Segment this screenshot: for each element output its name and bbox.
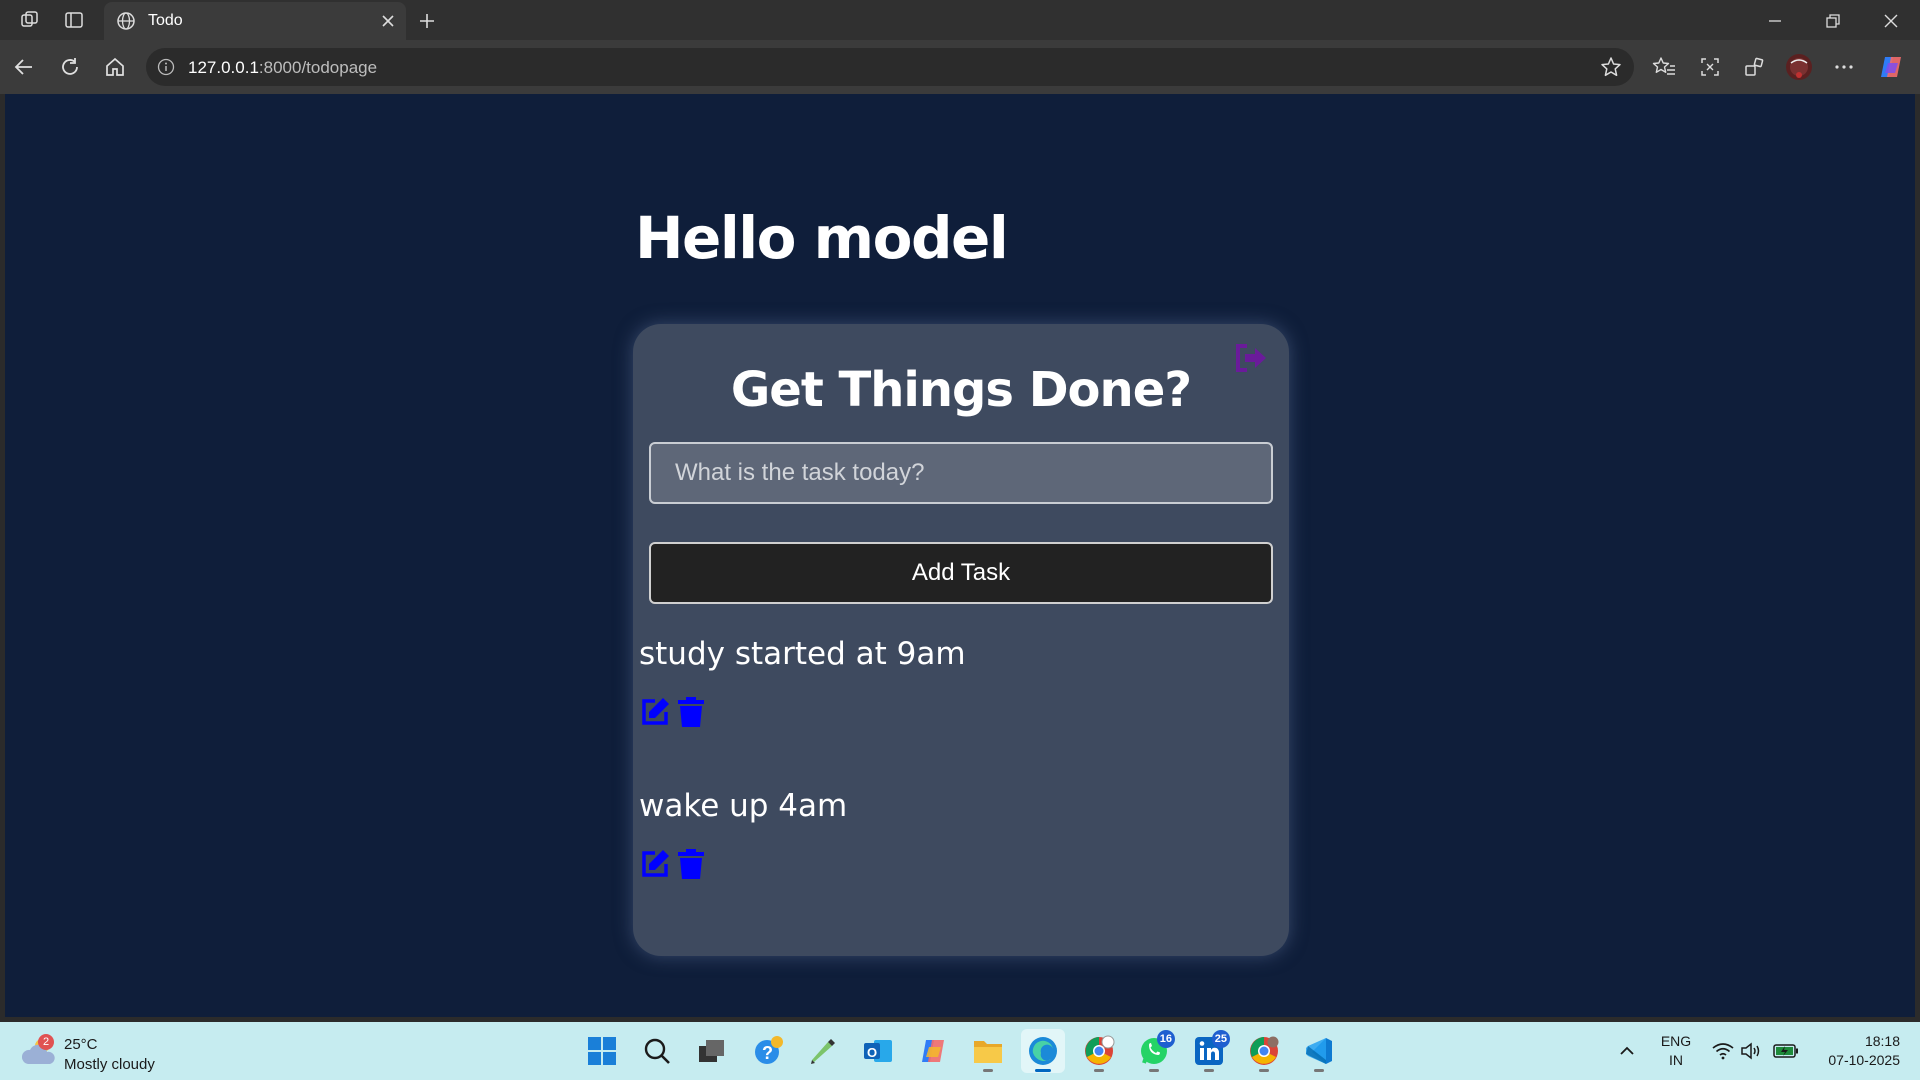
language-code: ENG	[1660, 1033, 1692, 1049]
url-path: :8000/todopage	[258, 58, 378, 77]
back-button[interactable]	[10, 53, 38, 81]
start-button[interactable]	[580, 1029, 624, 1073]
task-view-icon[interactable]	[690, 1029, 734, 1073]
copilot-icon[interactable]	[1877, 53, 1905, 81]
globe-icon	[114, 9, 138, 33]
task-input[interactable]	[649, 442, 1273, 504]
whatsapp-unread-badge: 16	[1156, 1030, 1175, 1048]
browser-title-bar: Todo	[0, 0, 1920, 40]
weather-widget[interactable]: 2 25°C Mostly cloudy	[21, 1030, 182, 1074]
battery-charging-icon[interactable]	[1770, 1022, 1802, 1080]
running-indicator	[1314, 1069, 1324, 1072]
vertical-tabs-icon[interactable]	[62, 8, 86, 32]
clock-date: 07-10-2025	[1828, 1052, 1900, 1068]
svg-text:?: ?	[762, 1043, 773, 1063]
close-window-button[interactable]	[1868, 6, 1914, 36]
weather-alert-badge: 2	[38, 1034, 54, 1050]
running-indicator	[1149, 1069, 1159, 1072]
whatsapp-icon[interactable]: 16	[1132, 1029, 1176, 1073]
input-language-indicator[interactable]: ENG IN	[1656, 1032, 1696, 1070]
vscode-icon[interactable]	[1297, 1029, 1341, 1073]
address-bar[interactable]: 127.0.0.1:8000/todopage	[146, 48, 1634, 86]
running-indicator	[983, 1069, 993, 1072]
pen-app-icon[interactable]	[801, 1029, 845, 1073]
linkedin-icon[interactable]: 25	[1187, 1029, 1231, 1073]
edit-icon[interactable]	[639, 696, 671, 728]
task-item: wake up 4am	[639, 788, 848, 879]
new-tab-button[interactable]	[414, 8, 440, 34]
task-actions	[639, 696, 707, 728]
system-clock[interactable]: 18:18 07-10-2025	[1810, 1032, 1900, 1070]
clock-time: 18:18	[1864, 1033, 1900, 1049]
screenshot-icon[interactable]	[1696, 53, 1724, 81]
weather-temperature: 25°C	[64, 1036, 98, 1053]
browser-toolbar: 127.0.0.1:8000/todopage	[0, 40, 1920, 94]
chrome-icon[interactable]	[1242, 1029, 1286, 1073]
volume-icon[interactable]	[1738, 1022, 1764, 1080]
outlook-icon[interactable]: O	[856, 1029, 900, 1073]
extensions-icon[interactable]	[1740, 53, 1768, 81]
url-host: 127.0.0.1	[188, 58, 259, 77]
svg-text:O: O	[867, 1045, 877, 1060]
linkedin-unread-badge: 25	[1211, 1030, 1230, 1048]
close-tab-icon[interactable]	[378, 11, 398, 31]
todo-page: Hello model Get Things Done? Add Task st…	[5, 94, 1915, 1017]
tab-title: Todo	[148, 12, 183, 29]
search-icon[interactable]	[635, 1029, 679, 1073]
todo-card: Get Things Done? Add Task study started …	[633, 324, 1289, 956]
workspaces-icon[interactable]	[18, 8, 42, 32]
more-menu-icon[interactable]	[1830, 53, 1858, 81]
windows-taskbar: 2 25°C Mostly cloudy ? O 16 25 ENG IN 18…	[0, 1022, 1920, 1080]
favorites-icon[interactable]	[1650, 53, 1678, 81]
home-button[interactable]	[101, 53, 129, 81]
show-hidden-icons-chevron[interactable]	[1614, 1022, 1640, 1080]
task-text: wake up 4am	[639, 788, 848, 824]
region-code: IN	[1669, 1052, 1683, 1068]
task-item: study started at 9am	[639, 636, 966, 727]
edit-icon[interactable]	[639, 848, 671, 880]
task-actions	[639, 848, 707, 880]
trash-icon[interactable]	[675, 696, 707, 728]
task-text: study started at 9am	[639, 636, 966, 672]
active-indicator	[1035, 1069, 1051, 1072]
running-indicator	[1204, 1069, 1214, 1072]
tab-todo[interactable]: Todo	[104, 2, 406, 40]
profile-avatar[interactable]	[1785, 53, 1813, 81]
trash-icon[interactable]	[675, 848, 707, 880]
greeting-heading: Hello model	[635, 204, 1009, 272]
edge-browser-icon[interactable]	[1021, 1029, 1065, 1073]
help-app-icon[interactable]: ?	[746, 1029, 790, 1073]
url-text[interactable]: 127.0.0.1:8000/todopage	[188, 58, 377, 78]
card-title: Get Things Done?	[730, 362, 1192, 418]
file-explorer-icon[interactable]	[966, 1029, 1010, 1073]
favorite-star-icon[interactable]	[1600, 56, 1622, 78]
copilot-app-icon[interactable]	[911, 1029, 955, 1073]
weather-condition: Mostly cloudy	[64, 1056, 155, 1073]
chrome-profile-icon[interactable]	[1077, 1029, 1121, 1073]
wifi-icon[interactable]	[1710, 1022, 1736, 1080]
running-indicator	[1259, 1069, 1269, 1072]
add-task-button[interactable]: Add Task	[649, 542, 1273, 604]
site-info-icon[interactable]	[156, 57, 176, 77]
running-indicator	[1094, 1069, 1104, 1072]
restore-button[interactable]	[1810, 6, 1856, 36]
minimize-button[interactable]	[1752, 6, 1798, 36]
refresh-button[interactable]	[56, 53, 84, 81]
